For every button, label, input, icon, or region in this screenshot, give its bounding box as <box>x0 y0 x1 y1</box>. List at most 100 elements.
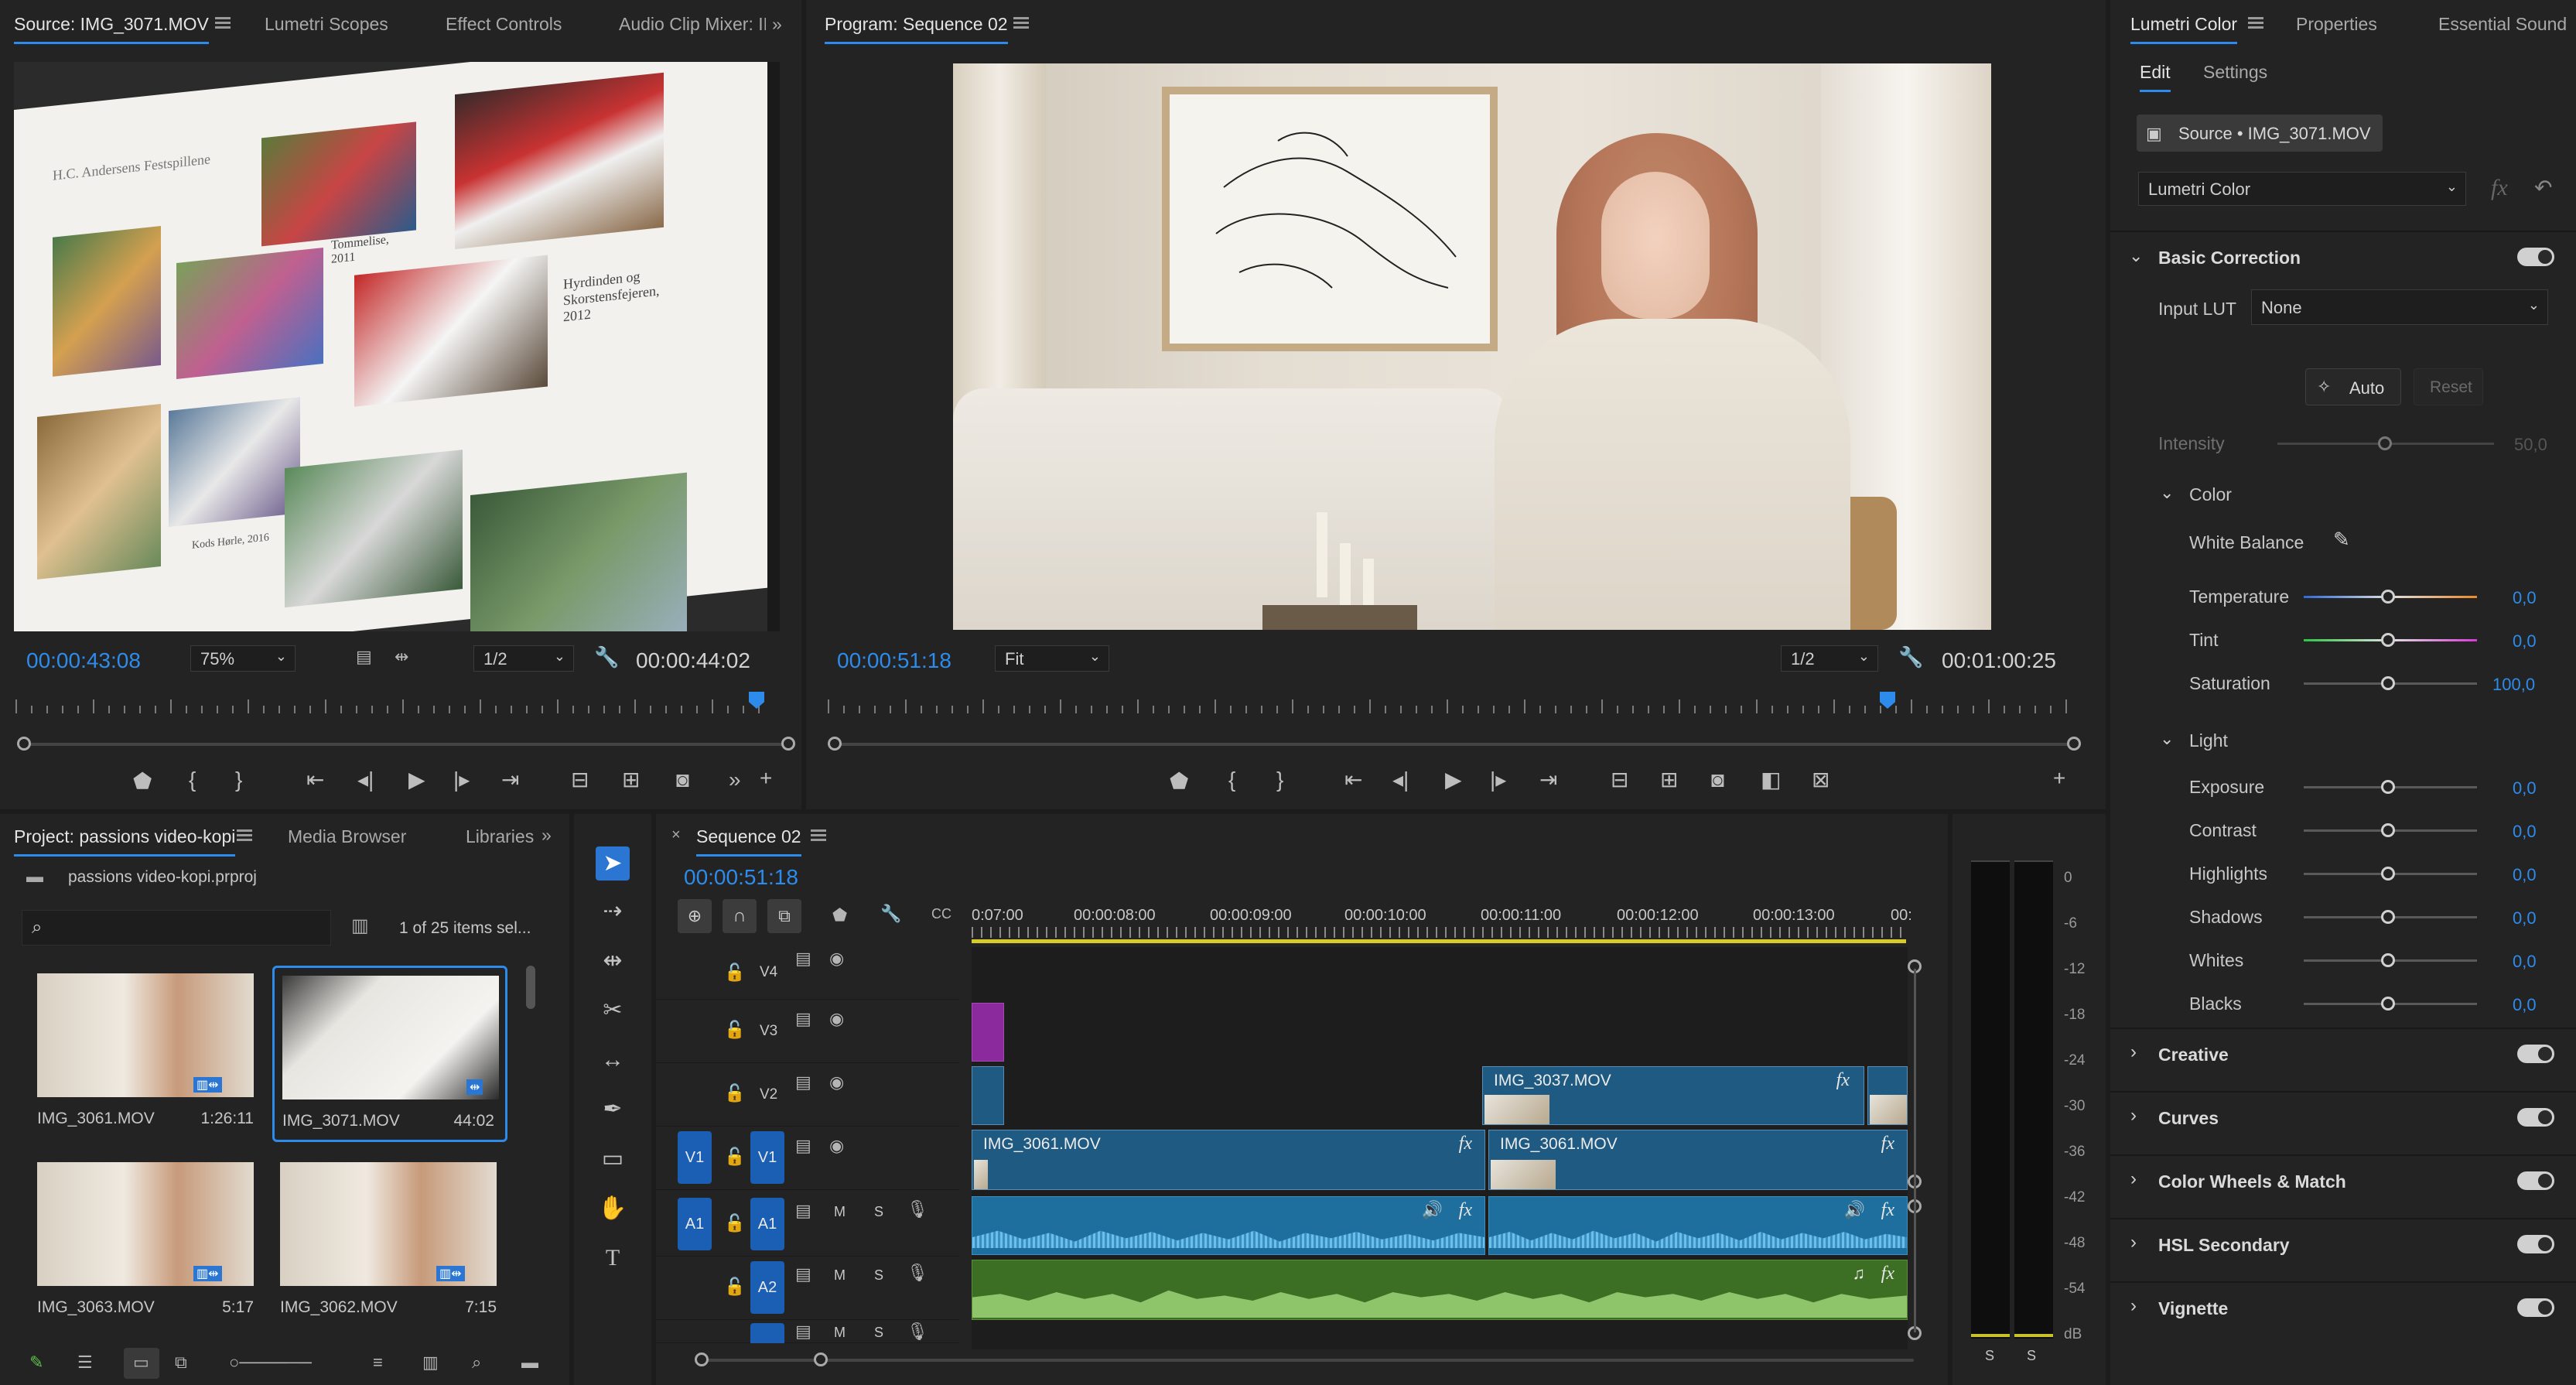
list-view-icon[interactable]: ☰ <box>77 1354 93 1371</box>
mute-a1[interactable]: M <box>834 1204 846 1220</box>
button-editor-icon[interactable]: + <box>760 768 772 789</box>
contrast-value[interactable]: 0,0 <box>2513 822 2537 842</box>
camera-icon[interactable]: ◙ <box>1711 769 1724 791</box>
clip-v2-img3037[interactable]: IMG_3037.MOV fx <box>1482 1066 1864 1125</box>
solo-a1[interactable]: S <box>874 1204 883 1220</box>
program-fit-dropdown[interactable]: Fit ⌄ <box>995 645 1109 672</box>
mark-out-icon[interactable]: } <box>1276 769 1283 791</box>
sort-icon[interactable]: ≡ <box>373 1354 383 1371</box>
snap-icon[interactable]: ∩ <box>723 899 757 933</box>
pencil-icon[interactable]: ✎ <box>29 1354 43 1371</box>
go-to-in-icon[interactable]: ⇤ <box>306 769 324 791</box>
add-marker-icon[interactable]: ⬟ <box>1170 771 1188 792</box>
find-icon[interactable]: ⌕ <box>472 1354 481 1371</box>
sync-lock-icon[interactable]: ▤ <box>795 1323 811 1340</box>
sync-lock-icon[interactable]: ▤ <box>795 1266 811 1283</box>
clip-a1-audio-b[interactable]: 🔊 fx <box>1488 1196 1908 1255</box>
project-item[interactable]: ▥⇹ IMG_3063.MOV 5:17 <box>29 1154 265 1331</box>
clip-v1-img3061-b[interactable]: IMG_3061.MOV fx <box>1488 1130 1908 1190</box>
color-section-label[interactable]: Color <box>2189 484 2232 505</box>
exposure-value[interactable]: 0,0 <box>2513 778 2537 799</box>
auto-button[interactable]: ✧ Auto <box>2305 368 2401 405</box>
intensity-knob[interactable] <box>2378 436 2392 450</box>
temperature-value[interactable]: 0,0 <box>2513 588 2537 608</box>
contrast-slider[interactable] <box>2304 823 2477 837</box>
timeline-hscroll-knob-left[interactable] <box>695 1353 709 1366</box>
program-zoom-scrollbar[interactable] <box>834 743 2075 746</box>
timeline-ruler-ticks[interactable] <box>972 927 1906 938</box>
vignette-toggle[interactable] <box>2517 1298 2554 1317</box>
go-to-out-icon[interactable]: ⇥ <box>501 769 519 791</box>
clip-a2-music[interactable]: ♫ fx <box>972 1260 1908 1320</box>
light-section-label[interactable]: Light <box>2189 730 2228 751</box>
input-lut-dropdown[interactable]: None ⌄ <box>2251 289 2548 325</box>
mark-in-icon[interactable]: { <box>1228 769 1235 791</box>
step-forward-icon[interactable]: |▸ <box>453 769 470 791</box>
microphone-icon[interactable]: 🎙 <box>907 1323 928 1340</box>
tab-lumetri-color[interactable]: Lumetri Color <box>2130 14 2238 44</box>
contrast-knob[interactable] <box>2381 823 2395 837</box>
source-resolution-dropdown[interactable]: 1/2 ⌄ <box>473 645 574 672</box>
whites-value[interactable]: 0,0 <box>2513 952 2537 972</box>
button-editor-icon[interactable]: + <box>2053 768 2065 789</box>
tint-slider[interactable] <box>2304 633 2477 647</box>
new-bin-icon[interactable]: ▬ <box>521 1354 538 1371</box>
hand-tool-icon[interactable]: ✋ <box>596 1192 630 1226</box>
mute-a3[interactable]: M <box>834 1325 846 1341</box>
play-icon[interactable]: ▶ <box>408 769 425 791</box>
automate-to-sequence-icon[interactable]: ▥ <box>422 1354 439 1371</box>
hsl-secondary-section-title[interactable]: HSL Secondary <box>2158 1235 2290 1256</box>
go-to-in-icon[interactable]: ⇤ <box>1344 769 1362 791</box>
solo-a2[interactable]: S <box>874 1267 883 1284</box>
source-zoom-dropdown[interactable]: 75% ⌄ <box>190 645 296 672</box>
clip-v2-end[interactable] <box>1867 1066 1908 1125</box>
program-resolution-dropdown[interactable]: 1/2 ⌄ <box>1781 645 1878 672</box>
rectangle-tool-icon[interactable]: ▭ <box>596 1142 630 1176</box>
program-current-timecode[interactable]: 00:00:51:18 <box>837 648 951 673</box>
creative-section-title[interactable]: Creative <box>2158 1045 2229 1065</box>
insert-icon[interactable]: ⊟ <box>571 769 589 791</box>
blacks-slider[interactable] <box>2304 997 2477 1011</box>
light-chevron-icon[interactable]: ⌄ <box>2160 729 2174 749</box>
lumetri-panel-menu-icon[interactable] <box>2248 17 2263 29</box>
curves-section-title[interactable]: Curves <box>2158 1108 2219 1129</box>
program-scroll-knob-left[interactable] <box>828 737 842 751</box>
basic-correction-chevron-icon[interactable]: ⌄ <box>2129 246 2143 266</box>
blacks-knob[interactable] <box>2381 997 2395 1011</box>
whites-slider[interactable] <box>2304 953 2477 967</box>
tab-essential-sound[interactable]: Essential Sound <box>2438 14 2567 35</box>
freeform-view-icon[interactable]: ⧉ <box>175 1354 187 1371</box>
mute-a2[interactable]: M <box>834 1267 846 1284</box>
creative-chevron-icon[interactable]: › <box>2130 1041 2137 1063</box>
tab-lumetri-scopes[interactable]: Lumetri Scopes <box>265 14 388 35</box>
work-area-bar[interactable] <box>972 939 1906 943</box>
new-bin-from-search-icon[interactable]: ▥ <box>351 915 369 937</box>
eyedropper-icon[interactable]: ✎ <box>2333 528 2350 552</box>
project-item[interactable]: ▥⇹ IMG_3062.MOV 7:15 <box>272 1154 507 1331</box>
more-tabs-icon[interactable]: » <box>772 14 782 35</box>
source-patch-a1[interactable]: A1 <box>678 1198 712 1250</box>
clip-v3-purple[interactable] <box>972 1003 1004 1062</box>
solo-a3[interactable]: S <box>874 1325 883 1341</box>
subtab-edit[interactable]: Edit <box>2140 62 2171 92</box>
timeline-vscroll-track[interactable] <box>1914 969 1916 1332</box>
more-controls-icon[interactable]: » <box>729 769 741 791</box>
reset-button[interactable]: Reset <box>2414 368 2483 405</box>
program-panel-menu-icon[interactable] <box>1013 17 1029 29</box>
exposure-knob[interactable] <box>2381 780 2395 794</box>
microphone-icon[interactable]: 🎙 <box>907 1264 928 1281</box>
project-item[interactable]: ▥⇹ IMG_3061.MOV 1:26:11 <box>29 966 265 1142</box>
overwrite-icon[interactable]: ⊞ <box>622 769 640 791</box>
razor-tool-icon[interactable]: ✂ <box>596 993 630 1028</box>
highlights-value[interactable]: 0,0 <box>2513 865 2537 885</box>
source-time-ruler[interactable] <box>15 696 766 713</box>
zoom-slider-icon[interactable]: ○────── <box>229 1354 312 1371</box>
saturation-slider[interactable] <box>2304 676 2477 690</box>
tab-source[interactable]: Source: IMG_3071.MOV <box>14 14 209 44</box>
lock-icon[interactable]: 🔓 <box>724 1278 745 1295</box>
intensity-slider[interactable] <box>2277 436 2494 450</box>
exposure-slider[interactable] <box>2304 780 2477 794</box>
slip-tool-icon[interactable]: ↔ <box>596 1043 630 1077</box>
tab-effect-controls[interactable]: Effect Controls <box>446 14 562 35</box>
intensity-value[interactable]: 50,0 <box>2514 435 2547 455</box>
